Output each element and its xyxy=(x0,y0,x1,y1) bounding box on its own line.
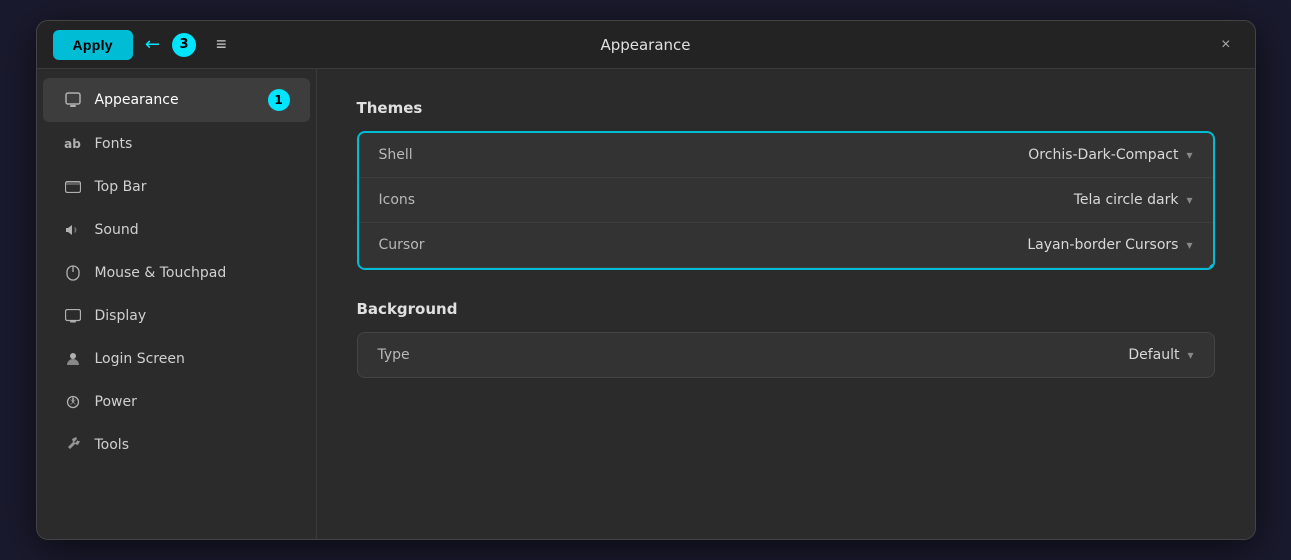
arrow-left-icon: ← xyxy=(145,34,160,55)
sidebar-item-sound[interactable]: Sound xyxy=(43,209,310,251)
cursor-dropdown[interactable]: Layan-border Cursors ▾ xyxy=(1027,237,1192,253)
background-section-title: Background xyxy=(357,300,1215,318)
shell-dropdown[interactable]: Orchis-Dark-Compact ▾ xyxy=(1028,147,1192,163)
sidebar-item-login-label: Login Screen xyxy=(95,351,290,367)
icons-dropdown-arrow: ▾ xyxy=(1186,193,1192,207)
window-title: Appearance xyxy=(600,36,690,54)
sidebar-item-topbar-label: Top Bar xyxy=(95,179,290,195)
type-dropdown[interactable]: Default ▾ xyxy=(1128,347,1193,363)
type-value: Default xyxy=(1128,347,1179,363)
sidebar-item-tools[interactable]: Tools xyxy=(43,424,310,466)
icons-row: Icons Tela circle dark ▾ xyxy=(359,178,1213,223)
shell-value: Orchis-Dark-Compact xyxy=(1028,147,1178,163)
themes-card: Shell Orchis-Dark-Compact ▾ Icons Tela c… xyxy=(357,131,1215,270)
badge-2-annotation: 2 xyxy=(1207,262,1215,270)
titlebar: Apply ← 3 ≡ Appearance × xyxy=(37,21,1255,69)
mouse-icon xyxy=(63,263,83,283)
sidebar-item-display-label: Display xyxy=(95,308,290,324)
sidebar-item-power-label: Power xyxy=(95,394,290,410)
sidebar-item-fonts[interactable]: ab Fonts xyxy=(43,123,310,165)
sidebar-item-display[interactable]: Display xyxy=(43,295,310,337)
sidebar-item-mouse-label: Mouse & Touchpad xyxy=(95,265,290,281)
hamburger-button[interactable]: ≡ xyxy=(208,30,235,59)
icons-dropdown[interactable]: Tela circle dark ▾ xyxy=(1074,192,1193,208)
cursor-label: Cursor xyxy=(379,237,425,253)
type-dropdown-arrow: ▾ xyxy=(1187,348,1193,362)
type-label: Type xyxy=(378,347,410,363)
sidebar-item-tools-label: Tools xyxy=(95,437,290,453)
apply-button[interactable]: Apply xyxy=(53,30,133,60)
background-card: Type Default ▾ xyxy=(357,332,1215,378)
badge-1: 1 xyxy=(268,89,290,111)
topbar-icon xyxy=(63,177,83,197)
window-body: Appearance 1 ab Fonts Top Bar Sound xyxy=(37,69,1255,539)
sidebar-item-topbar[interactable]: Top Bar xyxy=(43,166,310,208)
sidebar-item-power[interactable]: Power xyxy=(43,381,310,423)
shell-row: Shell Orchis-Dark-Compact ▾ xyxy=(359,133,1213,178)
cursor-dropdown-arrow: ▾ xyxy=(1186,238,1192,252)
icons-value: Tela circle dark xyxy=(1074,192,1179,208)
display-icon xyxy=(63,306,83,326)
sidebar-item-fonts-label: Fonts xyxy=(95,136,290,152)
sidebar-item-login[interactable]: Login Screen xyxy=(43,338,310,380)
shell-label: Shell xyxy=(379,147,413,163)
tools-icon xyxy=(63,435,83,455)
sidebar-item-appearance[interactable]: Appearance 1 xyxy=(43,78,310,122)
type-row: Type Default ▾ xyxy=(358,333,1214,377)
shell-dropdown-arrow: ▾ xyxy=(1186,148,1192,162)
sound-icon xyxy=(63,220,83,240)
titlebar-left: Apply ← 3 ≡ xyxy=(53,30,235,60)
sidebar: Appearance 1 ab Fonts Top Bar Sound xyxy=(37,69,317,539)
sidebar-item-appearance-label: Appearance xyxy=(95,92,256,108)
titlebar-right: × xyxy=(1213,32,1238,58)
login-icon xyxy=(63,349,83,369)
main-window: Apply ← 3 ≡ Appearance × Appearance 1 ab… xyxy=(36,20,1256,540)
appearance-icon xyxy=(63,90,83,110)
icons-label: Icons xyxy=(379,192,416,208)
power-icon xyxy=(63,392,83,412)
main-content: Themes Shell Orchis-Dark-Compact ▾ Icons… xyxy=(317,69,1255,539)
badge-3: 3 xyxy=(172,33,196,57)
themes-section-title: Themes xyxy=(357,99,1215,117)
sidebar-item-sound-label: Sound xyxy=(95,222,290,238)
fonts-icon: ab xyxy=(63,134,83,154)
cursor-value: Layan-border Cursors xyxy=(1027,237,1178,253)
sidebar-item-mouse[interactable]: Mouse & Touchpad xyxy=(43,252,310,294)
badge-2: 2 xyxy=(1207,262,1215,270)
close-button[interactable]: × xyxy=(1213,32,1238,58)
cursor-row: Cursor Layan-border Cursors ▾ xyxy=(359,223,1213,268)
